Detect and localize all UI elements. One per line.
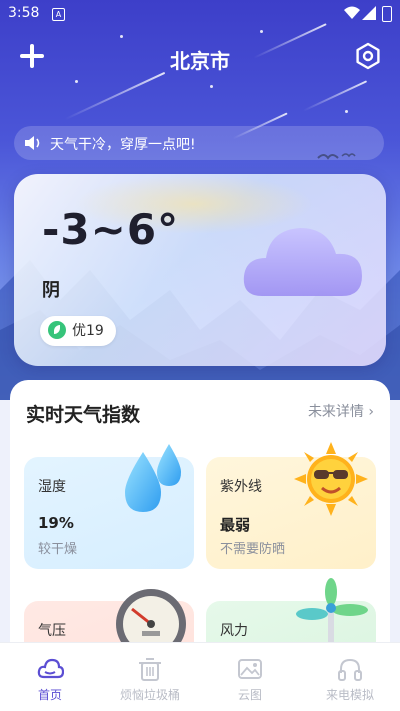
nav-label: 云图 — [237, 688, 262, 702]
future-details-link[interactable]: 未来详情 › — [308, 401, 374, 421]
nav-item-call-sim[interactable]: 来电模拟 — [300, 643, 400, 711]
uv-value: 最弱 — [220, 516, 251, 534]
star — [210, 85, 213, 88]
nav-label: 来电模拟 — [325, 688, 374, 702]
nav-item-home[interactable]: 首页 — [0, 643, 100, 711]
weather-condition: 阴 — [42, 280, 60, 301]
settings-hexagon-icon[interactable] — [354, 42, 382, 70]
pressure-gauge-icon — [116, 589, 186, 645]
water-drop-icon — [125, 444, 181, 512]
star — [260, 30, 263, 33]
city-title[interactable]: 北京市 — [0, 45, 400, 74]
humidity-value: 19% — [38, 514, 74, 532]
cloud-icon — [243, 228, 362, 296]
bottom-nav: 首页 烦恼垃圾桶 云图 来电模拟 — [0, 642, 400, 711]
uv-desc: 不需要防晒 — [220, 542, 286, 557]
status-bar: 3:58 A — [0, 0, 400, 28]
image-icon — [238, 659, 262, 679]
nav-item-trash[interactable]: 烦恼垃圾桶 — [100, 643, 200, 711]
uv-label: 紫外线 — [220, 479, 262, 495]
leaf-icon — [48, 321, 66, 339]
nav-label: 首页 — [37, 688, 62, 702]
humidity-desc: 较干燥 — [38, 542, 78, 557]
pressure-label: 气压 — [38, 623, 66, 639]
index-panel-title: 实时天气指数 — [26, 404, 141, 426]
weather-notice-bar: 天气干冷，穿厚一点吧! — [14, 126, 384, 160]
future-details-label: 未来详情 — [307, 404, 364, 420]
meteor-streak — [64, 71, 166, 121]
sun-with-sunglasses-icon — [294, 442, 368, 516]
notice-text: 天气干冷，穿厚一点吧! — [50, 137, 196, 153]
meteor-streak — [302, 80, 368, 112]
battery-icon — [382, 6, 392, 22]
star — [345, 110, 348, 113]
status-time: 3:58 — [8, 5, 40, 21]
wind-label: 风力 — [220, 623, 248, 639]
speaker-icon — [25, 136, 40, 150]
chevron-right-icon: › — [368, 404, 374, 420]
star — [75, 80, 78, 83]
wifi-icon — [344, 6, 360, 19]
nav-label: 烦恼垃圾桶 — [119, 688, 180, 702]
nav-item-cloud-map[interactable]: 云图 — [200, 643, 300, 711]
trash-icon — [139, 658, 161, 681]
aqi-badge[interactable]: 优19 — [40, 316, 116, 346]
wind-turbine-icon — [296, 578, 368, 644]
signal-icon — [362, 6, 376, 20]
humidity-label: 湿度 — [38, 479, 66, 495]
headphones-icon — [338, 658, 362, 681]
sim-badge-icon: A — [52, 8, 65, 21]
cloud-icon — [37, 658, 64, 679]
star — [120, 35, 123, 38]
temperature-range: -3~6° — [42, 205, 180, 254]
aqi-label: 优19 — [72, 323, 104, 339]
